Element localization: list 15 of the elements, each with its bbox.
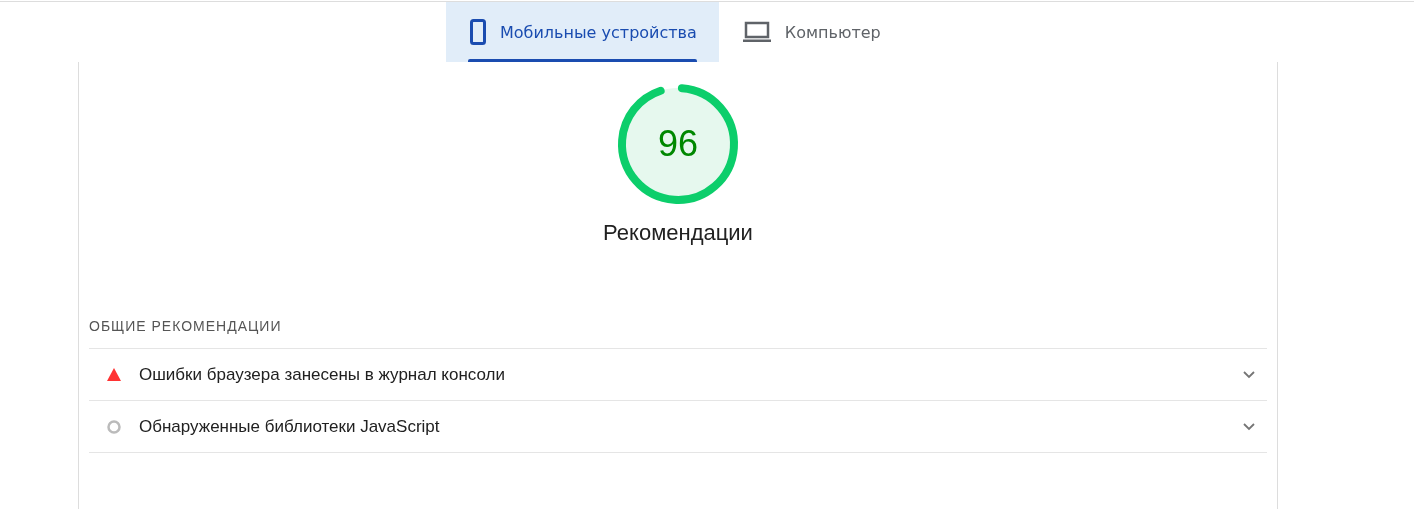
audit-row[interactable]: Ошибки браузера занесены в журнал консоли (89, 349, 1267, 401)
section-heading: ОБЩИЕ РЕКОМЕНДАЦИИ (89, 318, 1267, 349)
phone-icon (470, 19, 486, 45)
chevron-icon[interactable] (1243, 422, 1255, 431)
circle-icon (107, 419, 121, 434)
audit-title: Ошибки браузера занесены в журнал консоли (139, 364, 506, 385)
audit-row[interactable]: Обнаруженные библиотеки JavaScript (89, 401, 1267, 453)
laptop-icon (742, 21, 771, 43)
device-tab[interactable]: Компьютер (718, 2, 903, 62)
audit-title: Обнаруженные библиотеки JavaScript (139, 416, 441, 437)
category-title: Рекомендации (603, 220, 753, 246)
score-value: 96 (656, 122, 699, 166)
warning-triangle-icon (107, 368, 121, 381)
chevron-icon[interactable] (1243, 370, 1255, 379)
device-tab[interactable]: Мобильные устройства (446, 2, 719, 62)
